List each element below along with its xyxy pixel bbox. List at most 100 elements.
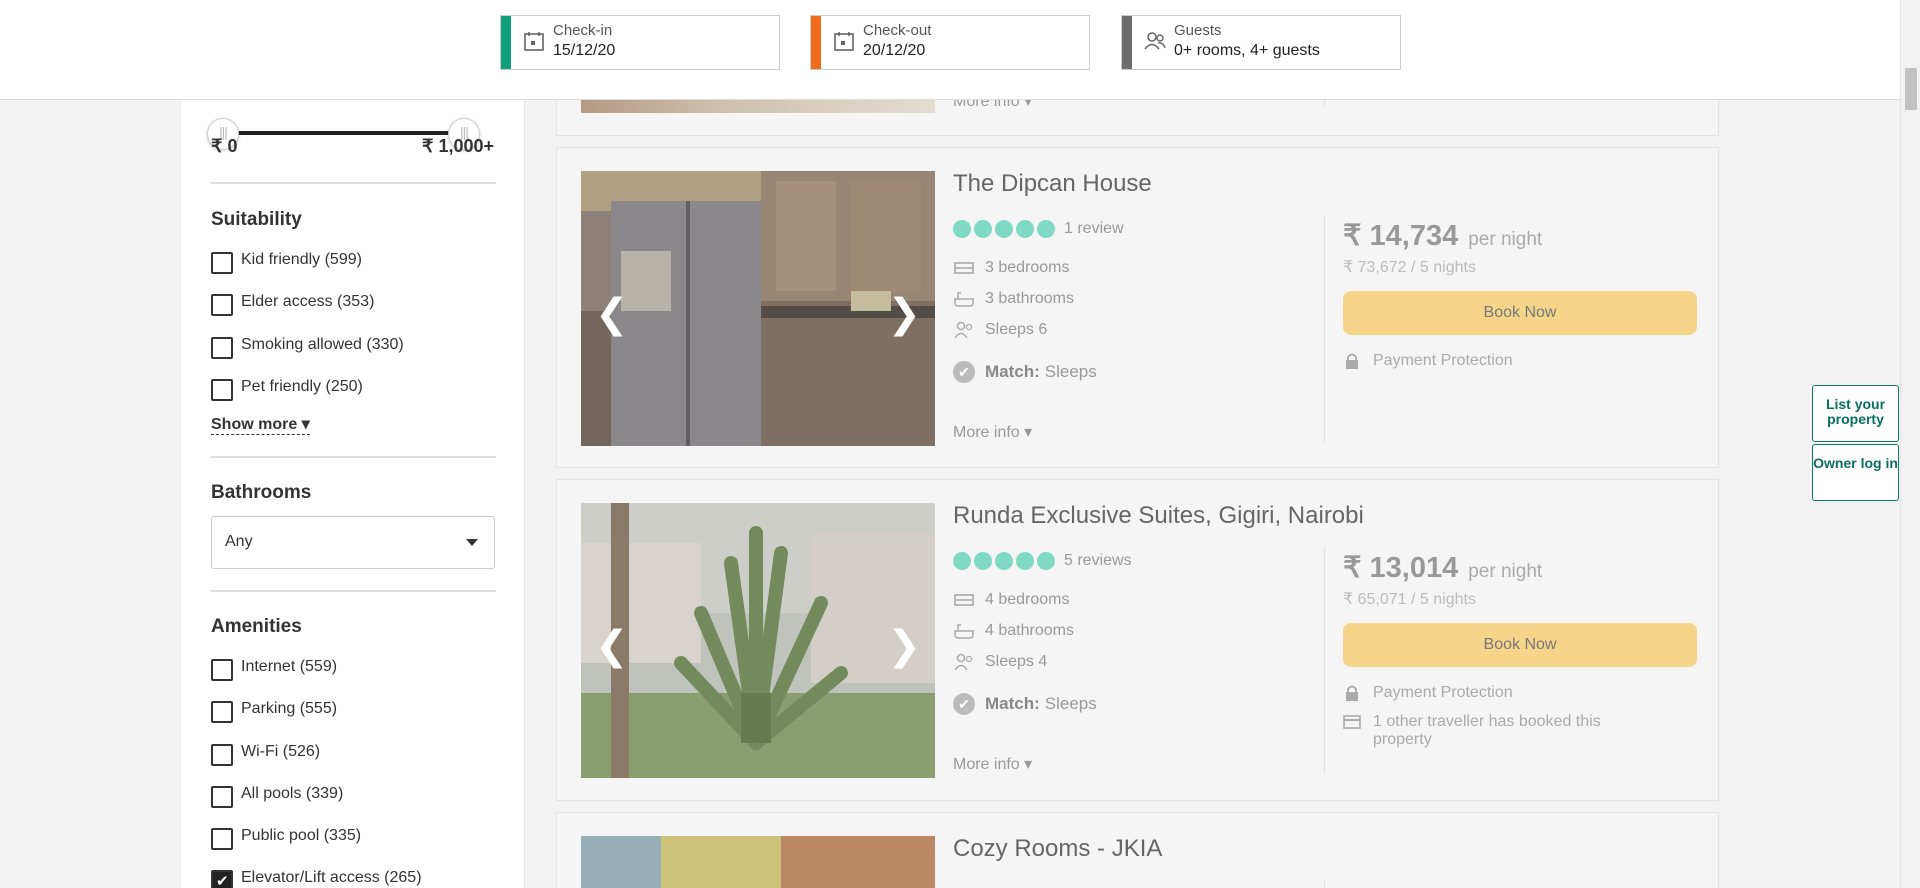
checkbox[interactable] — [211, 828, 233, 850]
filter-internet[interactable]: Internet (559) — [211, 655, 338, 681]
listing-title[interactable]: Cozy Rooms - JKIA — [953, 835, 1162, 863]
calendar-icon — [524, 32, 544, 51]
rating-dot — [1016, 220, 1034, 238]
checkbox-label: Smoking allowed (330) — [241, 336, 404, 353]
listing-photo[interactable]: ❮ ❯ — [581, 503, 935, 778]
checkbox-checked[interactable] — [211, 870, 233, 888]
per-night-label: per night — [1468, 561, 1543, 582]
price-block: ₹ 14,734 per night — [1343, 218, 1542, 253]
sleeps-text: Sleeps 6 — [985, 321, 1048, 338]
feature-bathrooms: 4 bathrooms — [953, 622, 1074, 640]
rating-dot — [953, 220, 971, 238]
checkin-label: Check-in — [553, 22, 613, 39]
checkbox-label: Elevator/Lift access (265) — [241, 869, 422, 886]
page-scrollbar[interactable] — [1900, 0, 1920, 888]
book-now-button[interactable]: Book Now — [1343, 291, 1697, 335]
divider — [1324, 216, 1325, 442]
chevron-right-icon[interactable]: ❯ — [887, 623, 921, 669]
more-info-label: More info — [953, 424, 1020, 441]
check-circle-icon: ✔ — [953, 361, 975, 383]
filter-public-pool[interactable]: Public pool (335) — [211, 824, 361, 850]
search-header: Check-in 15/12/20 Check-out 20/12/20 Gue… — [0, 0, 1900, 100]
checkbox[interactable] — [211, 252, 233, 274]
owner-login-button[interactable]: Owner log in — [1812, 444, 1899, 501]
chevron-left-icon[interactable]: ❮ — [595, 291, 629, 337]
listing-photo[interactable]: ❮ ❯ — [581, 171, 935, 446]
bathrooms-select[interactable]: Any — [211, 516, 495, 569]
feature-bathrooms: 3 bathrooms — [953, 290, 1074, 308]
filter-all-pools[interactable]: All pools (339) — [211, 782, 343, 808]
bed-icon — [954, 262, 974, 274]
filter-parking[interactable]: Parking (555) — [211, 697, 337, 723]
list-your-property-button[interactable]: List your property — [1812, 385, 1899, 442]
guests-field[interactable]: Guests 0+ rooms, 4+ guests — [1121, 15, 1401, 70]
checkbox[interactable] — [211, 786, 233, 808]
price-min-value: ₹ 0 — [211, 136, 238, 156]
bathrooms-heading: Bathrooms — [211, 482, 312, 503]
guests-label: Guests — [1174, 22, 1222, 39]
review-count[interactable]: 1 review — [1064, 220, 1124, 238]
bathrooms-select-value: Any — [225, 533, 253, 550]
scrollbar-thumb[interactable] — [1905, 68, 1917, 110]
payment-protection-label: Payment Protection — [1373, 684, 1513, 701]
checkbox[interactable] — [211, 379, 233, 401]
caret-down-icon: ▾ — [301, 416, 310, 433]
checkbox-label: Elder access (353) — [241, 293, 375, 310]
chevron-left-icon[interactable]: ❮ — [595, 623, 629, 669]
listing-card[interactable]: Cozy Rooms - JKIA — [556, 812, 1719, 888]
checkbox-label: Internet (559) — [241, 658, 338, 675]
checkbox[interactable] — [211, 701, 233, 723]
match-value: Sleeps — [1044, 362, 1097, 381]
total-price: ₹ 73,672 / 5 nights — [1343, 259, 1476, 276]
lock-icon — [1346, 685, 1358, 701]
filter-elevator-lift-access[interactable]: Elevator/Lift access (265) — [211, 866, 422, 888]
chevron-right-icon[interactable]: ❯ — [887, 291, 921, 337]
rating: 5 reviews — [953, 552, 1132, 570]
guests-value: 0+ rooms, 4+ guests — [1174, 42, 1320, 59]
bedrooms-text: 3 bedrooms — [985, 259, 1070, 276]
divider — [1324, 881, 1325, 888]
price-range-slider[interactable] — [207, 116, 480, 150]
show-more-link[interactable]: Show more ▾ — [211, 414, 310, 435]
feature-bedrooms: 4 bedrooms — [953, 591, 1070, 609]
filter-kid-friendly[interactable]: Kid friendly (599) — [211, 248, 362, 274]
listing-card[interactable]: ❮ ❯ Runda Exclusive Suites, Gigiri, Nair… — [556, 479, 1719, 801]
checkbox[interactable] — [211, 659, 233, 681]
rating-dot — [1016, 552, 1034, 570]
calendar-icon — [834, 32, 854, 51]
review-count[interactable]: 5 reviews — [1064, 552, 1132, 570]
book-now-button[interactable]: Book Now — [1343, 623, 1697, 667]
filter-smoking-allowed[interactable]: Smoking allowed (330) — [211, 333, 404, 359]
garden-photo — [581, 503, 935, 778]
listing-card[interactable]: ❮ ❯ The Dipcan House 1 review 3 bedrooms… — [556, 147, 1719, 468]
checkbox[interactable] — [211, 744, 233, 766]
checkin-field[interactable]: Check-in 15/12/20 — [500, 15, 780, 70]
more-info-link[interactable]: More info ▾ — [953, 422, 1032, 442]
filter-wifi[interactable]: Wi-Fi (526) — [211, 740, 320, 766]
rating: 1 review — [953, 220, 1124, 238]
price-max-value: ₹ 1,000+ — [421, 136, 494, 156]
listing-title[interactable]: Runda Exclusive Suites, Gigiri, Nairobi — [953, 502, 1364, 530]
more-info-link[interactable]: More info ▾ — [953, 754, 1032, 774]
credit-card-icon — [1343, 715, 1361, 729]
checkout-field[interactable]: Check-out 20/12/20 — [810, 15, 1090, 70]
filter-pet-friendly[interactable]: Pet friendly (250) — [211, 375, 363, 401]
show-more-label: Show more — [211, 416, 298, 433]
price-block: ₹ 13,014 per night — [1343, 550, 1542, 585]
chevron-down-icon — [466, 539, 478, 546]
listing-photo[interactable] — [581, 836, 935, 888]
checkbox[interactable] — [211, 337, 233, 359]
people-icon — [954, 653, 973, 671]
caret-down-icon: ▾ — [1024, 756, 1033, 773]
booking-note: 1 other traveller has booked this proper… — [1343, 713, 1643, 749]
checkbox[interactable] — [211, 294, 233, 316]
bathrooms-text: 3 bathrooms — [985, 290, 1074, 307]
more-info-label: More info — [953, 756, 1020, 773]
checkbox-label: Pet friendly (250) — [241, 378, 363, 395]
room-photo — [581, 836, 935, 888]
bathtub-icon — [954, 624, 974, 639]
listing-title[interactable]: The Dipcan House — [953, 170, 1152, 198]
bathtub-icon — [954, 292, 974, 307]
filter-elder-access[interactable]: Elder access (353) — [211, 290, 375, 316]
nightly-price: ₹ 13,014 — [1343, 552, 1459, 584]
